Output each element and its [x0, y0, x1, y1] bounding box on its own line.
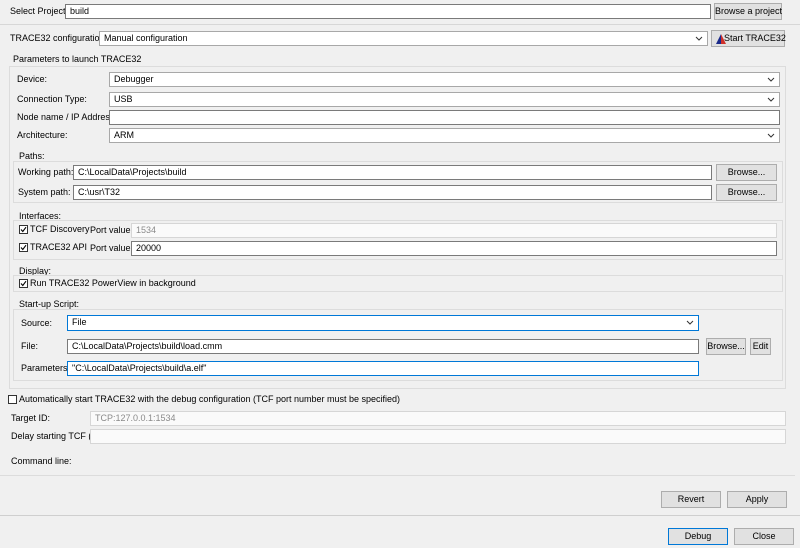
edit-file-button[interactable]: Edit: [750, 338, 771, 355]
architecture-value: ARM: [114, 130, 134, 140]
device-label: Device:: [17, 74, 48, 84]
trace32-config-value: Manual configuration: [104, 33, 188, 43]
tcf-port-label: Port value:: [90, 225, 134, 235]
chevron-down-icon: [686, 320, 694, 325]
run-background-label: Run TRACE32 PowerView in background: [30, 278, 196, 288]
debug-button[interactable]: Debug: [668, 528, 728, 545]
close-button[interactable]: Close: [734, 528, 794, 545]
parameters-label: Parameters:: [21, 363, 71, 373]
node-name-label: Node name / IP Address:: [17, 112, 117, 122]
parameters-input[interactable]: "C:\LocalData\Projects\build\a.elf": [67, 361, 699, 376]
file-label: File:: [21, 341, 39, 351]
run-background-checkbox[interactable]: [19, 279, 28, 288]
chevron-down-icon: [767, 133, 775, 138]
trace32-config-label: TRACE32 configuration:: [10, 33, 108, 43]
revert-button[interactable]: Revert: [661, 491, 721, 508]
source-select[interactable]: File: [67, 315, 699, 331]
delay-tcf-input[interactable]: [90, 429, 786, 444]
trace32-api-checkbox[interactable]: [19, 243, 28, 252]
api-port-input[interactable]: 20000: [131, 241, 777, 256]
checkmark-icon: [20, 226, 27, 233]
separator: [0, 24, 800, 25]
trace32-config-select[interactable]: Manual configuration: [99, 31, 708, 46]
start-trace32-label: Start TRACE32: [724, 33, 786, 43]
command-line-label: Command line:: [11, 456, 72, 466]
tcf-discovery-label: TCF Discovery: [30, 224, 90, 234]
trace32-api-label: TRACE32 API: [30, 242, 88, 252]
separator: [0, 475, 795, 476]
system-path-label: System path:: [18, 187, 71, 197]
separator: [0, 515, 800, 516]
parameters-heading: Parameters to launch TRACE32: [13, 54, 142, 64]
checkmark-icon: [20, 244, 27, 251]
browse-file-button[interactable]: Browse...: [706, 338, 746, 355]
chevron-down-icon: [767, 97, 775, 102]
project-input[interactable]: build: [65, 4, 711, 19]
chevron-down-icon: [767, 77, 775, 82]
browse-project-button[interactable]: Browse a project: [714, 3, 782, 20]
auto-start-checkbox[interactable]: [8, 395, 17, 404]
working-path-label: Working path:: [18, 167, 74, 177]
select-project-label: Select Project:: [10, 6, 69, 16]
trace32-logo-icon: [716, 34, 726, 44]
node-name-input[interactable]: [109, 110, 780, 125]
device-select[interactable]: Debugger: [109, 72, 780, 87]
chevron-down-icon: [695, 36, 703, 41]
auto-start-label: Automatically start TRACE32 with the deb…: [19, 394, 401, 404]
start-trace32-button[interactable]: Start TRACE32: [711, 30, 786, 47]
browse-system-path-button[interactable]: Browse...: [716, 184, 777, 201]
system-path-input[interactable]: C:\usr\T32: [73, 185, 712, 200]
source-label: Source:: [21, 318, 53, 328]
apply-button[interactable]: Apply: [727, 491, 787, 508]
connection-type-value: USB: [114, 94, 133, 104]
working-path-input[interactable]: C:\LocalData\Projects\build: [73, 165, 712, 180]
target-id-label: Target ID:: [11, 413, 51, 423]
architecture-label: Architecture:: [17, 130, 68, 140]
delay-tcf-label: Delay starting TCF (s):: [11, 431, 102, 441]
target-id-input[interactable]: TCP:127.0.0.1:1534: [90, 411, 786, 426]
architecture-select[interactable]: ARM: [109, 128, 780, 143]
checkmark-icon: [20, 280, 27, 287]
source-value: File: [72, 317, 87, 327]
file-input[interactable]: C:\LocalData\Projects\build\load.cmm: [67, 339, 699, 354]
tcf-discovery-checkbox[interactable]: [19, 225, 28, 234]
device-value: Debugger: [114, 74, 154, 84]
browse-working-path-button[interactable]: Browse...: [716, 164, 777, 181]
connection-type-select[interactable]: USB: [109, 92, 780, 107]
connection-type-label: Connection Type:: [17, 94, 87, 104]
api-port-label: Port value:: [90, 243, 134, 253]
tcf-port-input[interactable]: 1534: [131, 223, 777, 238]
